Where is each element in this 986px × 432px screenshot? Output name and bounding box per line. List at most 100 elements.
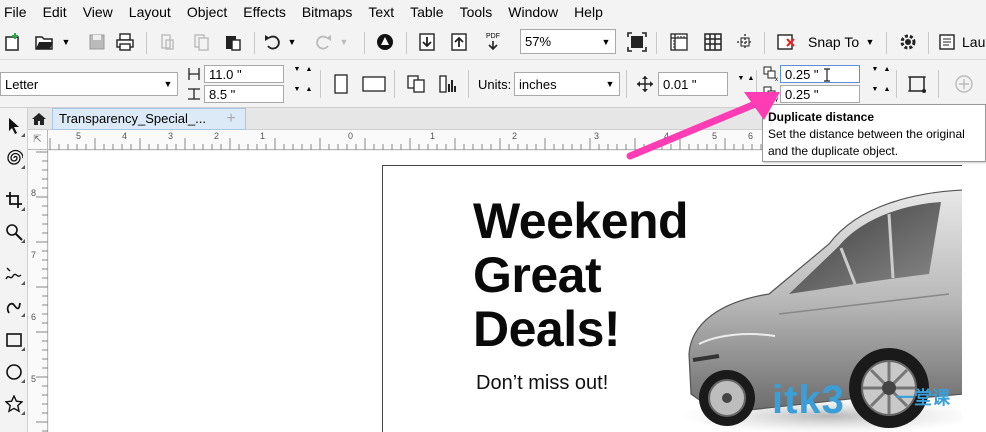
menu-table[interactable]: Table <box>402 0 451 24</box>
snap-to-dropdown-chevron-icon[interactable]: ▼ <box>862 31 878 53</box>
freehand-tool-icon[interactable] <box>2 262 26 286</box>
snap-to-label[interactable]: Snap To <box>808 34 859 50</box>
current-page-icon[interactable] <box>436 72 460 96</box>
toolbar-separator <box>320 70 321 98</box>
vertical-ruler[interactable]: 8 7 6 5 <box>28 150 48 432</box>
ruler-number: 5 <box>76 131 82 141</box>
watermark-sub-logo: 一堂课 <box>896 388 950 408</box>
new-document-icon[interactable] <box>2 31 24 53</box>
duplicate-y-spinner-up[interactable]: ▲ <box>876 85 898 103</box>
ellipse-tool-icon[interactable] <box>2 360 26 384</box>
property-bar: Letter ▼ 11.0 " ▼ ▲ 8.5 " ▼ ▲ Units: inc… <box>0 60 986 108</box>
menu-edit[interactable]: Edit <box>35 0 75 24</box>
menu-bitmaps[interactable]: Bitmaps <box>294 0 361 24</box>
toolbar-separator <box>364 32 365 54</box>
toolbar-separator <box>394 70 395 98</box>
toolbar-separator <box>146 32 147 54</box>
menu-bar: File Edit View Layout Object Effects Bit… <box>0 0 986 24</box>
ruler-number: 3 <box>168 131 174 141</box>
menu-view[interactable]: View <box>75 0 121 24</box>
cut-icon[interactable] <box>156 31 178 53</box>
paste-icon[interactable] <box>222 31 244 53</box>
menu-effects[interactable]: Effects <box>235 0 294 24</box>
menu-help[interactable]: Help <box>566 0 611 24</box>
menu-object[interactable]: Object <box>179 0 235 24</box>
show-rulers-icon[interactable] <box>666 29 692 55</box>
ruler-number: 2 <box>214 131 220 141</box>
document-tab-transparency-special[interactable]: Transparency_Special_... <box>52 108 246 130</box>
tagline-text[interactable]: Don’t miss out! <box>476 372 608 395</box>
duplicate-x-spinner-up[interactable]: ▲ <box>876 65 898 83</box>
menu-layout[interactable]: Layout <box>121 0 179 24</box>
open-folder-icon[interactable] <box>32 31 56 53</box>
polygon-star-tool-icon[interactable] <box>2 392 26 416</box>
document-page[interactable]: Weekend Great Deals! Don’t miss out! <box>382 165 962 432</box>
application-launcher-icon[interactable] <box>936 31 958 53</box>
page-height-field[interactable]: 8.5 " <box>204 85 284 103</box>
page-width-value: 11.0 " <box>209 66 242 82</box>
open-dropdown-chevron-icon[interactable]: ▼ <box>60 31 72 53</box>
undo-dropdown-chevron-icon[interactable]: ▼ <box>286 31 298 53</box>
toolbar-separator <box>928 32 929 54</box>
redo-icon[interactable] <box>312 31 334 53</box>
page-size-dropdown-chevron-icon[interactable]: ▼ <box>160 73 176 95</box>
search-content-icon[interactable] <box>374 31 396 53</box>
rectangle-tool-icon[interactable] <box>2 328 26 352</box>
toolbar-separator <box>886 32 887 54</box>
zoom-dropdown-chevron-icon[interactable]: ▼ <box>598 30 614 53</box>
headline-text[interactable]: Weekend Great Deals! <box>473 194 689 356</box>
add-plus-icon[interactable] <box>952 72 976 96</box>
import-icon[interactable] <box>416 31 438 53</box>
menu-file[interactable]: File <box>0 0 35 24</box>
toolbar-separator <box>938 70 939 98</box>
ruler-number: 8 <box>31 188 37 198</box>
publish-pdf-icon[interactable]: PDF <box>480 29 506 55</box>
copy-icon[interactable] <box>190 31 212 53</box>
menu-window[interactable]: Window <box>500 0 566 24</box>
document-tab-title: Transparency_Special_... <box>59 111 206 126</box>
launch-label[interactable]: Lau <box>962 34 985 50</box>
welcome-home-icon[interactable] <box>30 110 48 128</box>
landscape-orientation-icon[interactable] <box>360 72 388 96</box>
annotation-arrow-icon <box>626 92 780 160</box>
menu-tools[interactable]: Tools <box>452 0 501 24</box>
units-value: inches <box>519 76 557 92</box>
shape-tool-spiral-icon[interactable] <box>2 146 26 170</box>
show-guidelines-icon[interactable] <box>732 29 758 55</box>
pdf-label: PDF <box>486 32 500 40</box>
print-icon[interactable] <box>114 31 136 53</box>
pick-tool-icon[interactable] <box>2 114 26 138</box>
ruler-number: 7 <box>31 250 37 260</box>
options-gear-icon[interactable] <box>896 31 920 53</box>
full-screen-preview-icon[interactable] <box>626 31 648 53</box>
portrait-orientation-icon[interactable] <box>330 72 352 96</box>
toolbox <box>0 108 28 432</box>
ruler-number: 4 <box>122 131 128 141</box>
treat-as-filled-icon[interactable] <box>904 72 930 96</box>
menu-text[interactable]: Text <box>360 0 402 24</box>
page-size-select[interactable]: Letter <box>0 72 178 96</box>
all-pages-icon[interactable] <box>404 72 428 96</box>
toolbar-separator <box>406 32 407 54</box>
zoom-tool-icon[interactable] <box>2 220 26 244</box>
undo-icon[interactable] <box>262 31 284 53</box>
save-disk-icon[interactable] <box>86 31 108 53</box>
ruler-number: 6 <box>31 312 37 322</box>
export-icon[interactable] <box>448 31 470 53</box>
ruler-origin-icon[interactable]: ⇱ <box>28 130 48 150</box>
artistic-media-tool-icon[interactable] <box>2 294 26 318</box>
zoom-level-value: 57% <box>525 34 552 49</box>
ruler-number: 0 <box>348 131 354 141</box>
crop-tool-icon[interactable] <box>2 188 26 212</box>
page-height-spinner-up[interactable]: ▲ <box>298 85 320 103</box>
ruler-number: 1 <box>260 131 266 141</box>
text-cursor-icon <box>822 67 832 83</box>
ruler-number: 3 <box>594 131 600 141</box>
show-grid-icon[interactable] <box>700 29 726 55</box>
redo-dropdown-chevron-icon[interactable]: ▼ <box>338 31 350 53</box>
page-width-spinner-up[interactable]: ▲ <box>298 65 320 83</box>
new-tab-plus-icon[interactable]: + <box>222 110 240 128</box>
page-width-field[interactable]: 11.0 " <box>204 65 284 83</box>
snap-off-icon[interactable] <box>774 31 798 53</box>
units-dropdown-chevron-icon[interactable]: ▼ <box>602 73 618 95</box>
